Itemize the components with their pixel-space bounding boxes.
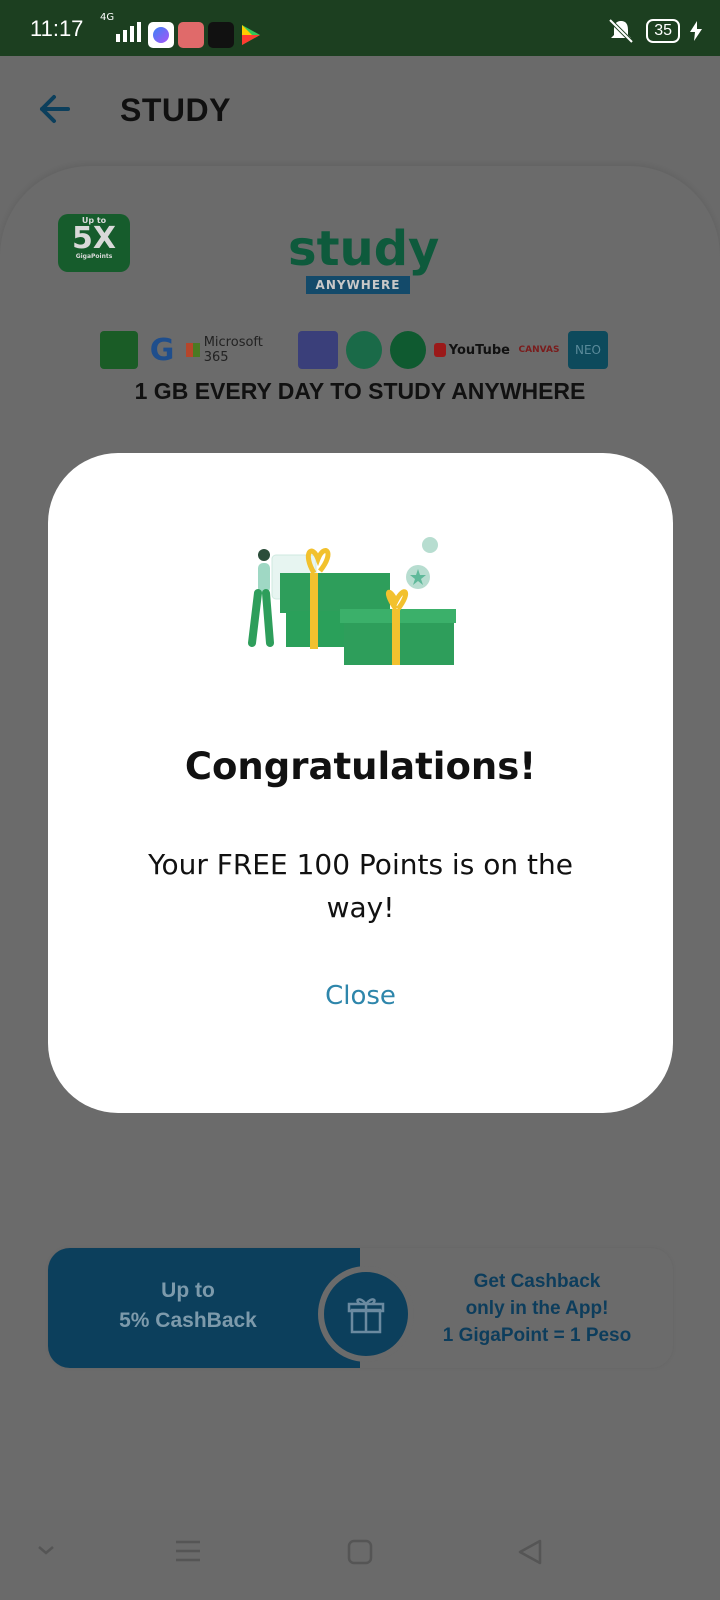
app-notification-icon: [178, 22, 204, 48]
cashback-percent: 5% CashBack: [119, 1309, 257, 1332]
logo-text: study: [288, 221, 440, 277]
badge-value: 5X: [71, 221, 116, 256]
gift-icon: [318, 1266, 414, 1362]
home-icon[interactable]: [346, 1538, 374, 1566]
meet-icon: [390, 331, 426, 369]
partner-app-logos: G Microsoft 365 YouTube CANVAS NEO: [100, 328, 620, 372]
cashback-line-3: 1 GigaPoint = 1 Peso: [442, 1325, 632, 1346]
dialog-message: Your FREE 100 Points is on the way!: [148, 848, 573, 924]
cashback-line-2: only in the App!: [465, 1298, 609, 1319]
microsoft-365-logo: Microsoft 365: [186, 331, 290, 369]
neo-logo: NEO: [568, 331, 608, 369]
network-type: 4G: [100, 12, 115, 23]
google-classroom-icon: [100, 331, 138, 369]
cashback-up-to: Up to: [161, 1279, 215, 1302]
menu-icon[interactable]: [174, 1538, 202, 1564]
gigapoints-badge: Up to 5X GigaPoints: [58, 214, 130, 272]
youtube-label: YouTube: [448, 342, 510, 358]
study-anywhere-logo: study ANYWHERE: [288, 221, 440, 294]
tiktok-icon: [208, 22, 234, 48]
google-icon: G: [149, 332, 175, 368]
battery-level: 35: [646, 19, 680, 43]
cashback-line-1: Get Cashback: [473, 1271, 601, 1292]
cashback-left-text: Up to 5% CashBack: [88, 1276, 288, 1336]
cashback-banner[interactable]: Up to 5% CashBack Get Cashback only in t…: [48, 1248, 673, 1368]
congratulations-dialog: Congratulations! Your FREE 100 Points is…: [48, 453, 673, 1113]
promo-tagline: 1 GB EVERY DAY TO STUDY ANYWHERE: [134, 378, 586, 404]
teams-icon: [298, 331, 338, 369]
dialog-title: Congratulations!: [184, 745, 537, 788]
status-bar: 11:17 4G 35: [0, 0, 720, 56]
messenger-icon: [148, 22, 174, 48]
signal-icon: [116, 20, 141, 42]
badge-sub: GigaPoints: [75, 253, 113, 260]
system-nav-bar: [0, 1510, 720, 1600]
gmail-icon: [346, 331, 382, 369]
gift-illustration-icon: [248, 537, 456, 665]
back-arrow-icon[interactable]: [38, 92, 72, 126]
youtube-logo: YouTube: [434, 331, 510, 369]
logo-sub: ANYWHERE: [305, 276, 411, 294]
canvas-logo: CANVAS: [518, 345, 560, 355]
microsoft-label: Microsoft 365: [203, 335, 263, 365]
back-icon[interactable]: [516, 1538, 544, 1566]
page-title: STUDY: [120, 92, 231, 128]
app-bar: STUDY: [0, 56, 720, 166]
chevron-down-icon[interactable]: [34, 1538, 58, 1562]
play-store-icon: [238, 22, 264, 48]
cashback-right-text: Get Cashback only in the App! 1 GigaPoin…: [412, 1268, 662, 1349]
mute-icon: [608, 18, 634, 44]
status-time: 11:17: [30, 16, 84, 41]
close-button[interactable]: Close: [288, 973, 433, 1019]
charging-icon: [690, 21, 702, 41]
